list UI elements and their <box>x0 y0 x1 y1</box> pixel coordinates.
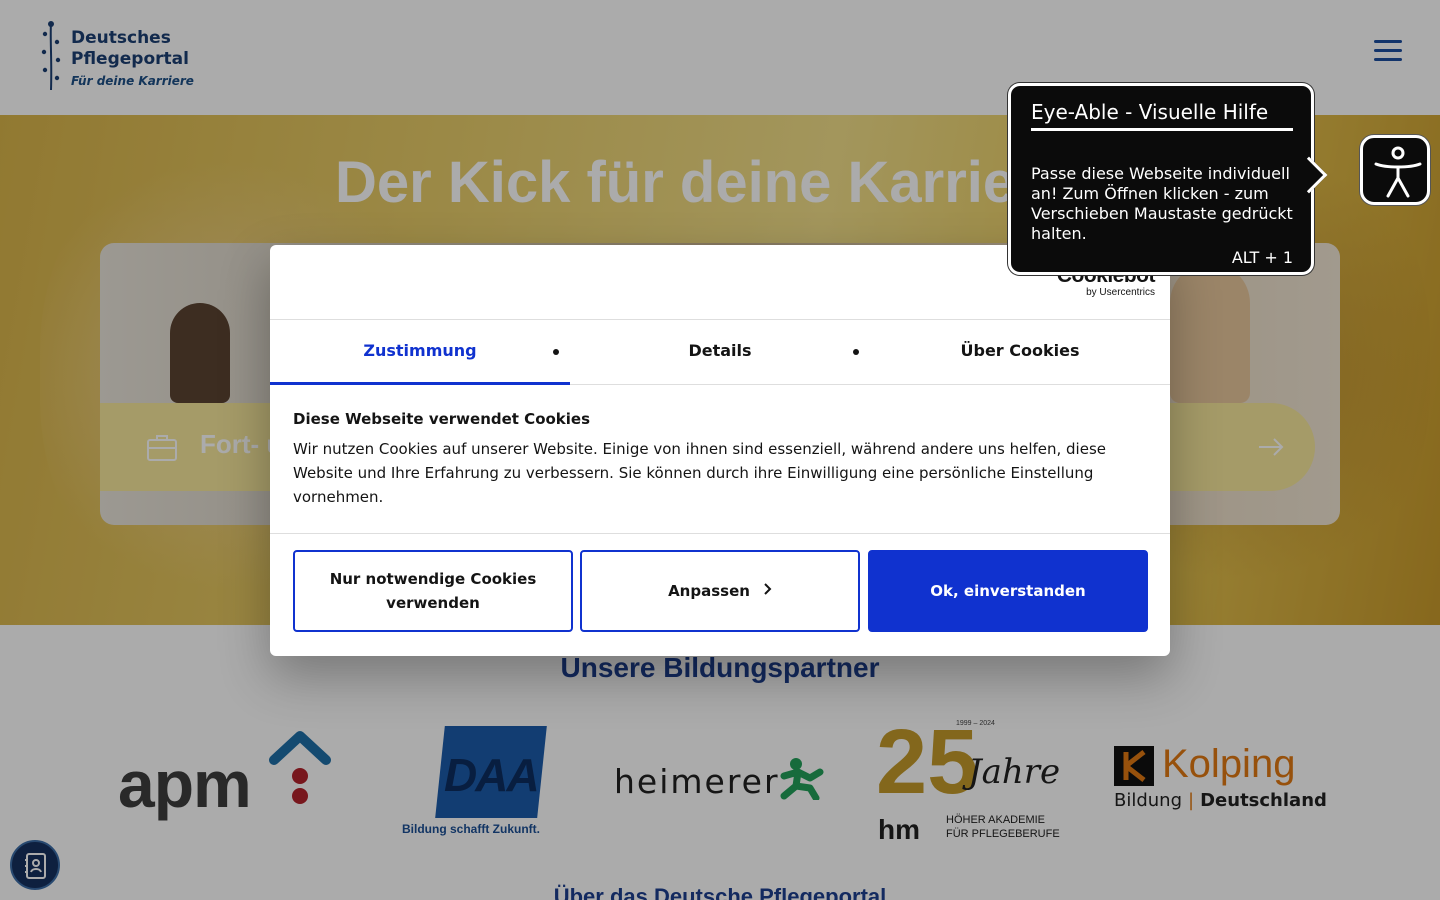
tab-ueber-cookies[interactable]: Über Cookies <box>870 321 1170 385</box>
dialog-tabs: Zustimmung Details Über Cookies <box>270 321 1170 385</box>
accessibility-person-icon <box>1374 146 1422 198</box>
dialog-divider <box>270 533 1170 534</box>
eye-able-button[interactable] <box>1360 135 1430 205</box>
accept-all-label: Ok, einverstanden <box>930 582 1086 600</box>
customize-label: Anpassen <box>668 582 750 600</box>
cookiebot-brand-sub: by Usercentrics <box>1086 287 1155 298</box>
eye-able-shortcut: ALT + 1 <box>1231 248 1293 267</box>
tab-separator-dot <box>553 349 559 355</box>
chevron-right-icon <box>764 579 772 603</box>
customize-button[interactable]: Anpassen <box>580 550 860 632</box>
necessary-cookies-label: Nur notwendige Cookies verwenden <box>329 570 537 612</box>
dialog-body: Diese Webseite verwendet Cookies Wir nut… <box>293 407 1143 509</box>
necessary-cookies-button[interactable]: Nur notwendige Cookies verwenden <box>293 550 573 632</box>
tab-separator-dot <box>853 349 859 355</box>
tab-zustimmung[interactable]: Zustimmung <box>270 321 570 385</box>
eye-able-tooltip: Eye-Able - Visuelle Hilfe Passe diese We… <box>1008 83 1314 275</box>
eye-able-tooltip-title: Eye-Able - Visuelle Hilfe <box>1031 100 1293 131</box>
dialog-text: Wir nutzen Cookies auf unserer Website. … <box>293 440 1106 506</box>
tab-details[interactable]: Details <box>570 321 870 385</box>
accept-all-button[interactable]: Ok, einverstanden <box>868 550 1148 632</box>
cookie-consent-dialog: Cookiebot by Usercentrics Zustimmung Det… <box>270 245 1170 656</box>
dialog-title: Diese Webseite verwendet Cookies <box>293 410 591 428</box>
eye-able-tooltip-text: Passe diese Webseite individuell an! Zum… <box>1031 164 1293 243</box>
